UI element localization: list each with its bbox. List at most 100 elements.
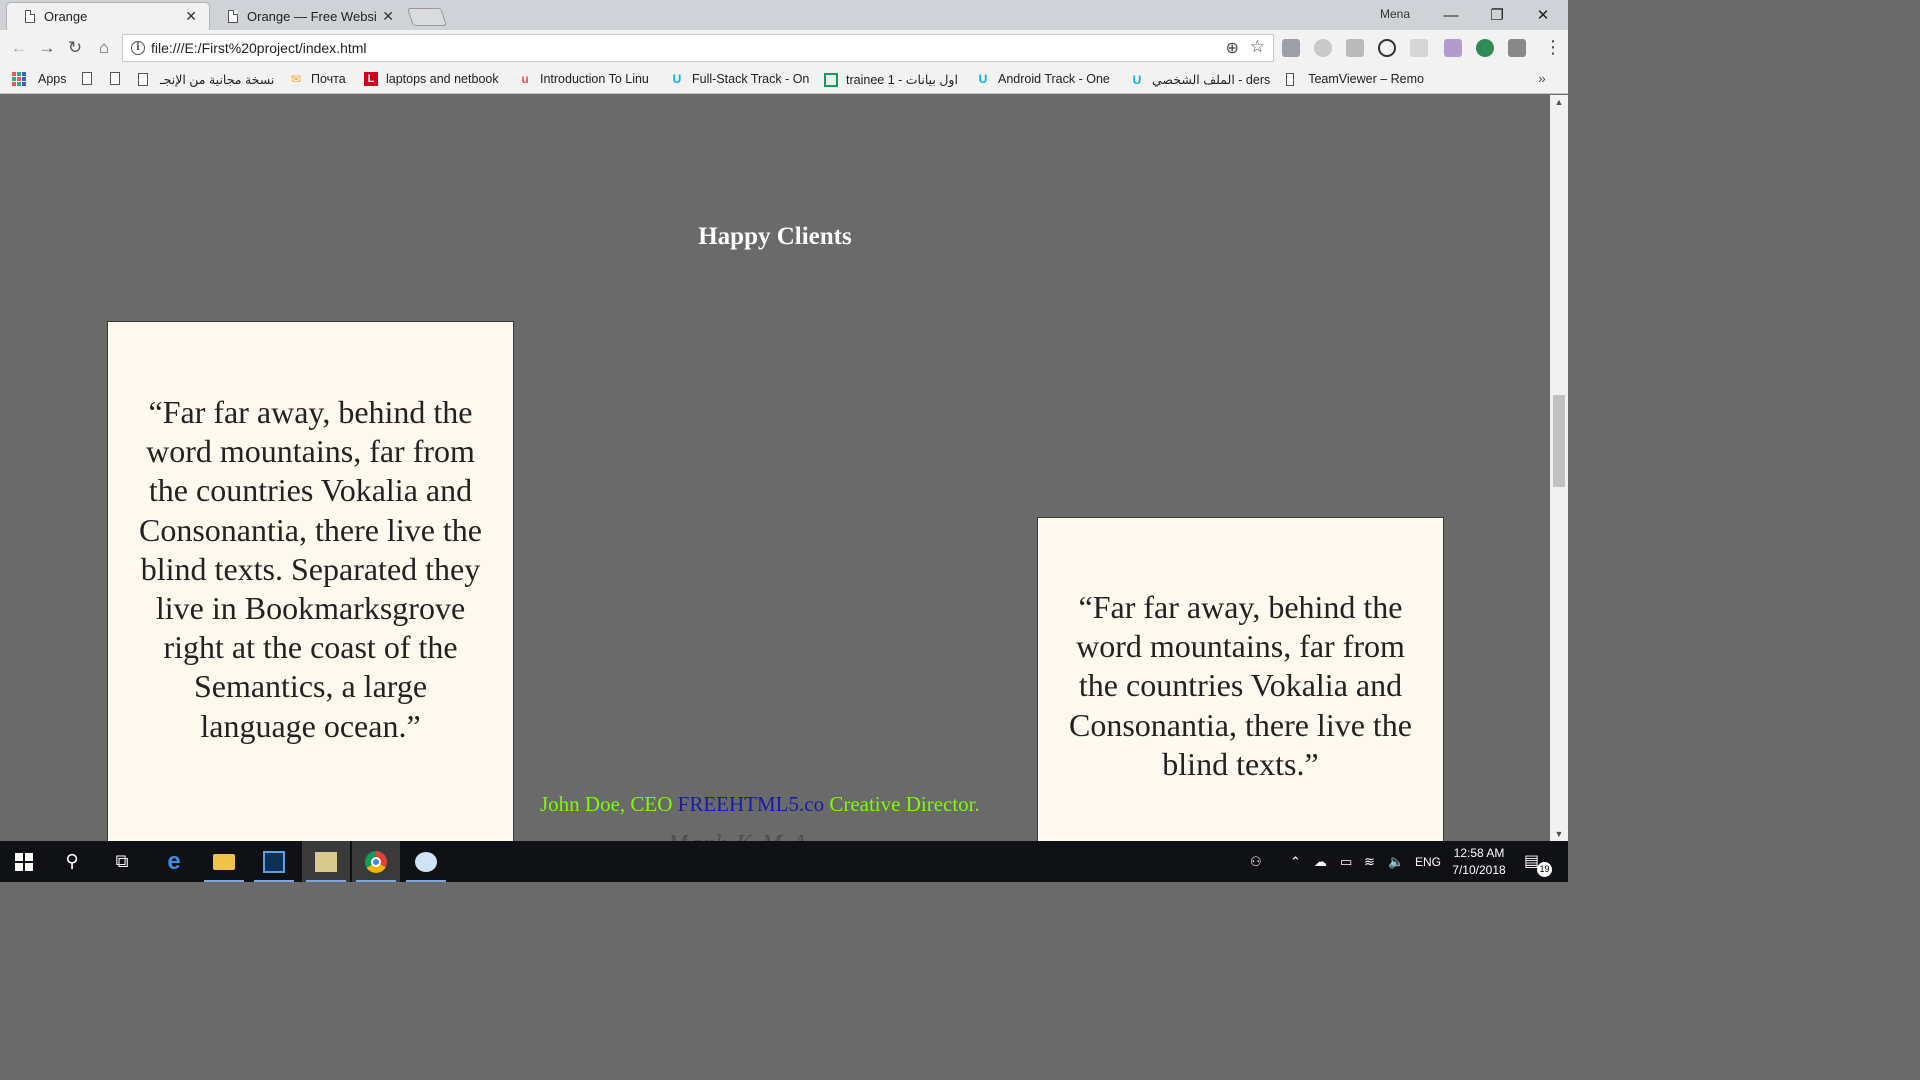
bookmark-label: Android Track - One	[998, 72, 1110, 86]
bookmark-trainee[interactable]: trainee 1 - اول بيانات	[824, 72, 962, 87]
bookmark-laptops[interactable]: L laptops and netbook	[364, 72, 504, 86]
globe-extension-icon[interactable]	[1476, 39, 1494, 57]
url-text[interactable]: file:///E:/First%20project/index.html	[151, 40, 367, 56]
extension-icon[interactable]	[1314, 39, 1332, 57]
page-icon	[110, 72, 120, 85]
bookmark-fullstack[interactable]: U Full-Stack Track - On	[670, 72, 810, 86]
start-button[interactable]	[0, 841, 48, 882]
testimonial-author: John Doe, CEO FREEHTML5.co Creative Dire…	[540, 792, 980, 817]
restore-button[interactable]: ❐	[1474, 0, 1520, 30]
profile-name[interactable]: Mena	[1380, 7, 1410, 21]
pdf-extension-icon[interactable]	[1282, 39, 1300, 57]
home-icon[interactable]: ⌂	[91, 35, 117, 61]
zoom-icon[interactable]: ⊕	[1226, 38, 1239, 58]
windows-taskbar: ⚲ ⧉ e ⚇ ⌃ ☁ ▭ ≋ 🔈 ENG 12:58 AM 7/10/2018…	[0, 841, 1568, 882]
forward-arrow-icon[interactable]: →	[34, 35, 60, 61]
people-icon[interactable]: ⚇	[1250, 841, 1262, 882]
udemy-icon: u	[521, 72, 529, 86]
l-logo-icon: L	[364, 72, 378, 86]
bookmark-extension-icon[interactable]	[1346, 39, 1364, 57]
bookmark-star-icon[interactable]: ☆	[1250, 37, 1265, 57]
tab-close-icon[interactable]: ✕	[185, 8, 197, 25]
company-link[interactable]: FREEHTML5.co	[678, 792, 824, 816]
bookmark-profile[interactable]: U الملف الشخصي - ders	[1130, 72, 1272, 88]
clock[interactable]: 12:58 AM 7/10/2018	[1444, 845, 1514, 879]
scroll-down-arrow-icon[interactable]: ▼	[1550, 829, 1568, 839]
search-icon[interactable]: ⚲	[48, 841, 96, 882]
testimonial-text: “Far far away, behind the word mountains…	[138, 394, 482, 744]
chevron-up-icon[interactable]: ⌃	[1290, 841, 1301, 882]
volume-icon[interactable]: 🔈	[1388, 841, 1404, 882]
bookmark-label: Apps	[38, 72, 67, 86]
paint-icon[interactable]	[402, 841, 450, 882]
bookmark-label: Почта	[311, 72, 346, 86]
tab-orange[interactable]: Orange ✕	[6, 2, 210, 30]
vertical-scrollbar[interactable]: ▲ ▼	[1550, 95, 1568, 841]
task-view-icon[interactable]: ⧉	[98, 841, 146, 882]
bookmark-label: نسخة مجانية من الإنجـ	[160, 73, 275, 87]
media-app-icon[interactable]	[302, 841, 350, 882]
extension-icon[interactable]	[1410, 39, 1428, 57]
speed-extension-icon[interactable]	[1378, 39, 1396, 57]
back-arrow-icon[interactable]: ←	[6, 35, 32, 61]
author-role: Creative Director.	[829, 792, 980, 816]
bookmarks-bar: Apps نسخة مجانية من الإنجـ ✉ Почта L lap…	[0, 66, 1568, 94]
action-center-icon[interactable]: ▤ 19	[1524, 851, 1552, 877]
info-icon[interactable]: i	[131, 41, 145, 55]
language-indicator[interactable]: ENG	[1415, 841, 1441, 882]
sheets-icon	[824, 72, 838, 87]
tab-orange-free-website[interactable]: Orange — Free Website T ✕	[210, 2, 406, 30]
tab-title: Orange — Free Website T	[247, 8, 377, 24]
close-window-button[interactable]: ✕	[1520, 0, 1566, 30]
reload-icon[interactable]: ↻	[62, 35, 88, 61]
bookmark-page[interactable]	[110, 72, 120, 85]
mail-icon: ✉	[290, 72, 302, 86]
edge-icon[interactable]: e	[150, 841, 198, 882]
apps-grid-icon	[12, 72, 26, 86]
bookmark-page[interactable]	[82, 72, 92, 85]
tab-close-icon[interactable]: ✕	[382, 8, 394, 25]
section-title: Happy Clients	[698, 223, 852, 250]
scrollbar-thumb[interactable]	[1553, 395, 1565, 487]
bookmark-teamviewer[interactable]: TeamViewer – Remo	[1286, 72, 1424, 86]
clock-date: 7/10/2018	[1452, 863, 1506, 877]
scroll-up-arrow-icon[interactable]: ▲	[1550, 97, 1568, 107]
chrome-icon[interactable]	[352, 841, 400, 882]
bookmark-label: Introduction To Linu	[540, 72, 649, 86]
bookmark-android[interactable]: U Android Track - One	[976, 72, 1116, 86]
onedrive-icon[interactable]: ☁	[1314, 841, 1327, 882]
app-icon[interactable]	[250, 841, 298, 882]
page-icon	[25, 10, 35, 23]
clock-time: 12:58 AM	[1453, 846, 1505, 860]
wifi-icon[interactable]: ≋	[1364, 841, 1375, 882]
page-icon	[82, 72, 92, 85]
bookmark-label: laptops and netbook	[386, 72, 499, 86]
notification-count: 19	[1537, 862, 1552, 877]
bookmark-label: TeamViewer – Remo	[1308, 72, 1424, 86]
udacity-icon: U	[1132, 72, 1142, 87]
page-icon	[228, 9, 238, 23]
bookmark-label: trainee 1 - اول بيانات	[846, 73, 958, 87]
bookmark-label: Full-Stack Track - On	[692, 72, 810, 86]
author-name: John Doe, CEO	[540, 792, 673, 816]
battery-icon[interactable]: ▭	[1340, 841, 1352, 882]
s-extension-icon[interactable]	[1508, 39, 1526, 57]
address-bar[interactable]: i file:///E:/First%20project/index.html …	[122, 34, 1274, 62]
page-viewport: Happy Clients “Far far away, behind the …	[0, 95, 1550, 841]
file-explorer-icon[interactable]	[200, 841, 248, 882]
bookmark-arabic-copy[interactable]: نسخة مجانية من الإنجـ	[138, 72, 278, 87]
bookmark-linux[interactable]: u Introduction To Linu	[518, 72, 656, 86]
testimonial-text: “Far far away, behind the word mountains…	[1068, 589, 1412, 782]
new-tab-button[interactable]	[407, 8, 447, 26]
extension-icon[interactable]	[1444, 39, 1462, 57]
bookmark-label: الملف الشخصي - ders	[1152, 73, 1271, 87]
chrome-menu-icon[interactable]: ⋮	[1544, 37, 1562, 58]
bookmark-apps[interactable]: Apps	[12, 72, 67, 86]
tab-title: Orange	[44, 9, 88, 24]
bookmarks-overflow-button[interactable]: »	[1538, 70, 1546, 86]
bookmark-pochta[interactable]: ✉ Почта	[289, 72, 346, 86]
watermark: Mark K.M.A	[668, 831, 809, 841]
tab-strip: Orange ✕ Orange — Free Website T ✕ Mena …	[0, 0, 1568, 30]
page-icon	[1286, 72, 1295, 86]
minimize-button[interactable]: —	[1428, 0, 1474, 30]
